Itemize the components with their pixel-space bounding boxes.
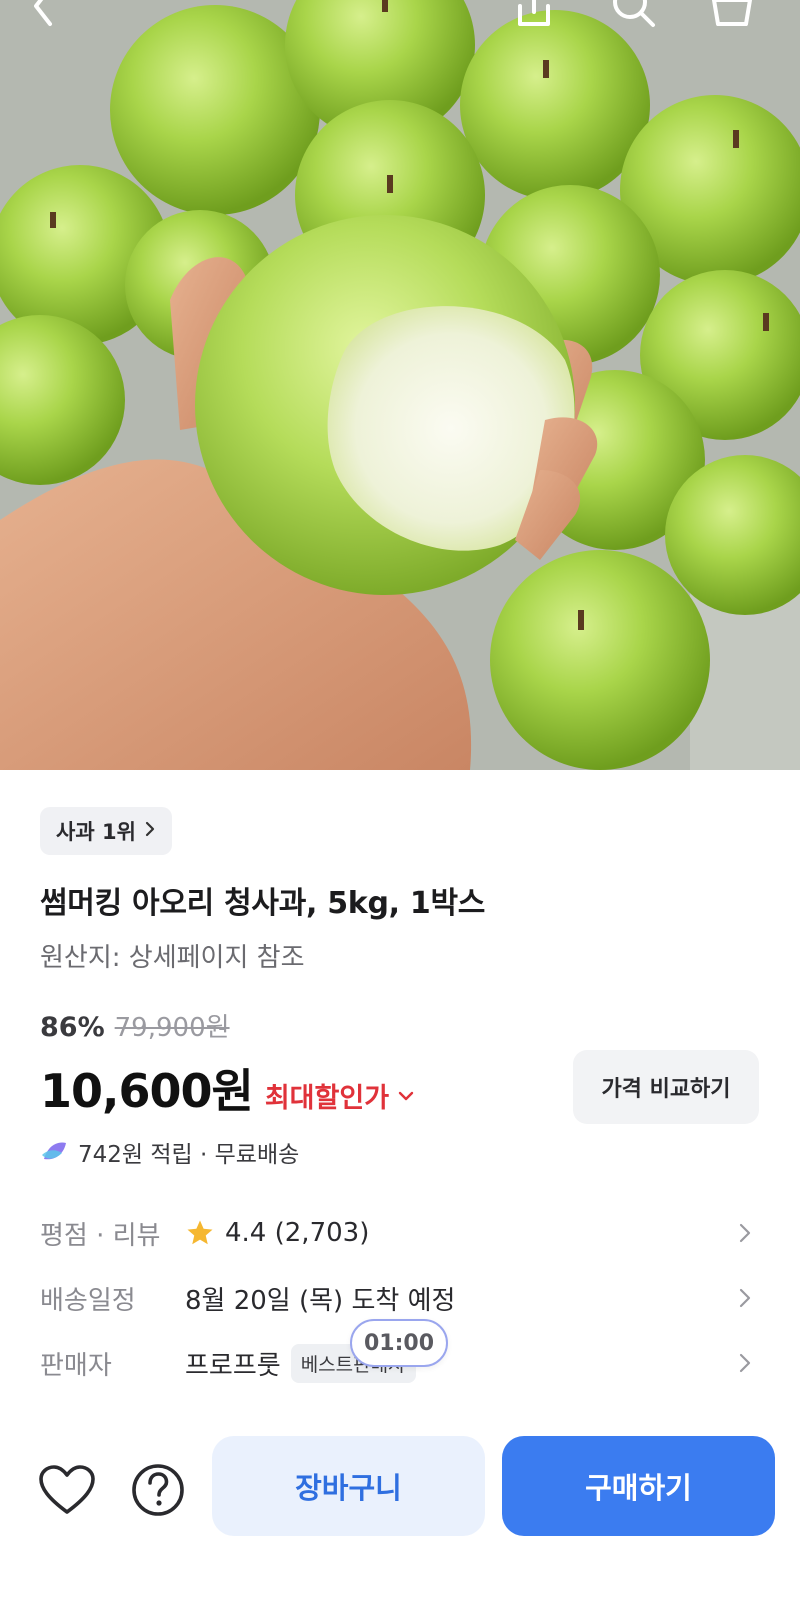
category-rank-chip[interactable]: 사과 1위 xyxy=(40,807,172,855)
timer-badge: 01:00 xyxy=(350,1319,448,1367)
delivery-value: 8월 20일 (목) 도착 예정 xyxy=(185,1285,456,1316)
chevron-right-icon xyxy=(730,1223,760,1243)
question-icon[interactable] xyxy=(128,1460,188,1520)
rating-review-row[interactable]: 평점 · 리뷰 4.4 (2,703) xyxy=(40,1208,760,1258)
seller-label: 판매자 xyxy=(40,1350,112,1381)
shopping-basket-icon[interactable] xyxy=(708,0,756,30)
rank-label: 사과 1위 xyxy=(56,820,136,844)
discount-row: 86% 79,900원 xyxy=(40,1007,230,1044)
share-icon[interactable] xyxy=(512,0,560,30)
rating-value-group: 4.4 (2,703) xyxy=(185,1218,730,1248)
product-title: 썸머킹 아오리 청사과, 5kg, 1박스 xyxy=(40,886,486,921)
price-row: 10,600원 최대할인가 xyxy=(40,1055,415,1121)
rating-value: 4.4 (2,703) xyxy=(225,1218,370,1248)
bottom-action-bar: 장바구니 구매하기 xyxy=(0,1430,800,1540)
seller-name: 프로프룻 xyxy=(185,1350,281,1381)
benefit-row: 742원 적립 · 무료배송 xyxy=(40,1135,299,1169)
original-price: 79,900원 xyxy=(114,1013,230,1043)
chevron-right-icon xyxy=(730,1353,760,1373)
search-icon[interactable] xyxy=(610,0,658,30)
benefit-text: 742원 적립 · 무료배송 xyxy=(78,1142,300,1168)
product-image[interactable] xyxy=(0,0,800,770)
delivery-label: 배송일정 xyxy=(40,1285,136,1316)
chevron-right-icon xyxy=(730,1288,760,1308)
product-origin: 원산지: 상세페이지 참조 xyxy=(40,943,305,973)
chevron-down-icon xyxy=(398,1091,414,1100)
green-apples-photo xyxy=(0,0,800,770)
price-compare-button[interactable]: 가격 비교하기 xyxy=(573,1050,759,1124)
max-discount-label: 최대할인가 xyxy=(264,1083,390,1114)
rating-label: 평점 · 리뷰 xyxy=(40,1220,161,1251)
delivery-row[interactable]: 배송일정 8월 20일 (목) 도착 예정 xyxy=(40,1273,760,1323)
star-icon xyxy=(187,1220,213,1245)
reward-points-icon xyxy=(42,1142,66,1160)
top-nav-bar xyxy=(0,0,800,60)
discount-rate: 86% xyxy=(40,1012,105,1043)
sale-price: 10,600원 xyxy=(40,1064,254,1118)
seller-value-group: 프로프룻 베스트판매자 xyxy=(185,1343,730,1383)
max-discount-toggle[interactable]: 최대할인가 xyxy=(265,1076,415,1115)
buy-now-button[interactable]: 구매하기 xyxy=(502,1436,775,1536)
heart-icon[interactable] xyxy=(37,1460,97,1520)
chevron-left-icon[interactable] xyxy=(28,0,76,30)
chevron-right-icon xyxy=(144,819,156,843)
add-to-cart-button[interactable]: 장바구니 xyxy=(212,1436,485,1536)
